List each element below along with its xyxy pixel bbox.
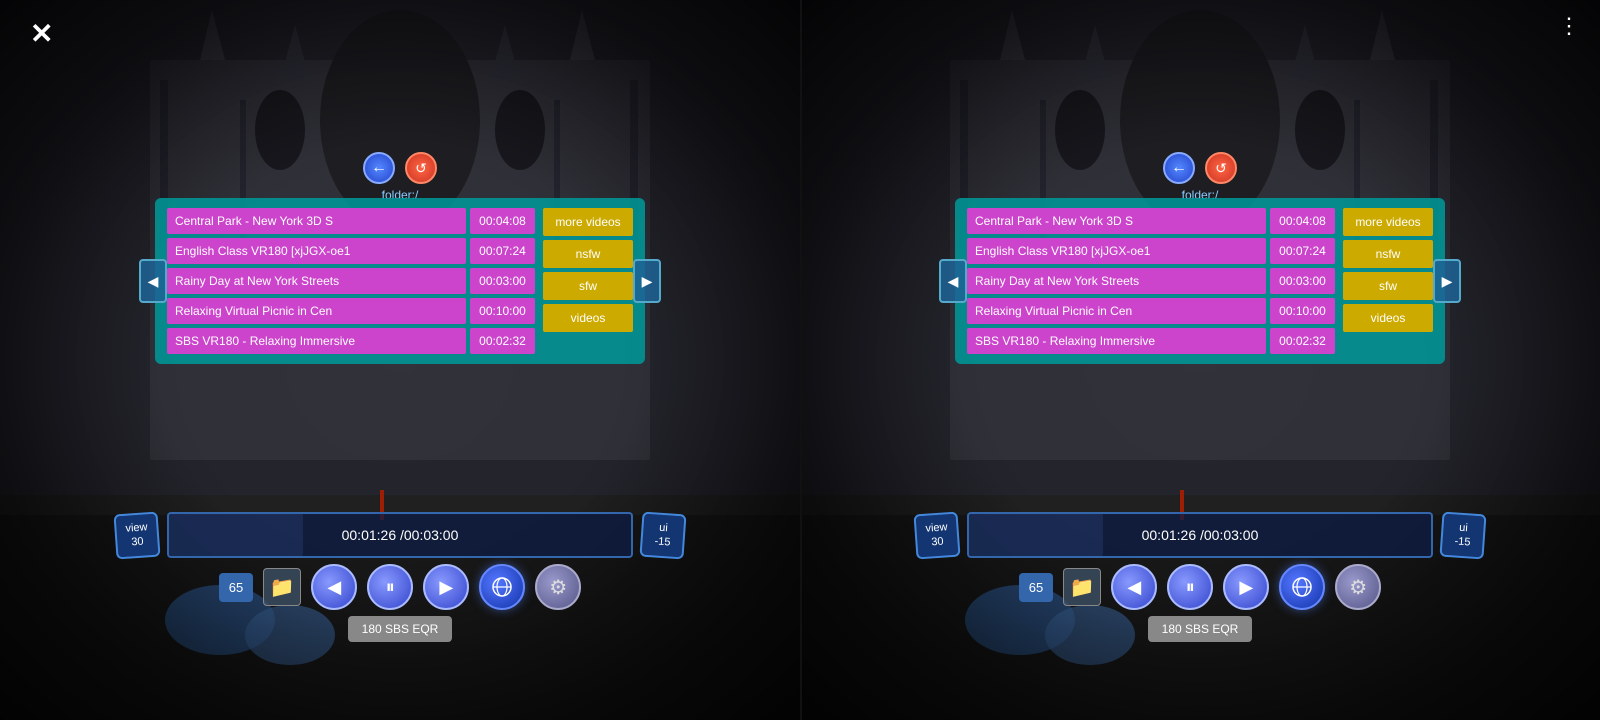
left-video-row-3: Rainy Day at New York Streets 00:03:00 xyxy=(167,268,535,294)
right-folder-button[interactable]: 📁 xyxy=(1063,568,1101,606)
left-sphere-button[interactable] xyxy=(479,564,525,610)
left-view-badge[interactable]: view 30 xyxy=(113,511,160,559)
right-refresh-button[interactable]: ↺ xyxy=(1205,152,1237,184)
right-video-title-1[interactable]: Central Park - New York 3D S xyxy=(967,208,1266,234)
left-progress-fill xyxy=(169,514,303,556)
close-button[interactable]: ✕ xyxy=(30,20,53,48)
right-volume-badge[interactable]: 65 xyxy=(1019,573,1053,602)
left-video-title-2[interactable]: English Class VR180 [xjJGX-oe1 xyxy=(167,238,466,264)
right-back-button[interactable]: ← xyxy=(1163,152,1195,184)
left-format-badge: 180 SBS EQR xyxy=(348,616,453,642)
left-volume-badge[interactable]: 65 xyxy=(219,573,253,602)
right-cat-videos[interactable]: videos xyxy=(1343,304,1433,332)
right-video-duration-3: 00:03:00 xyxy=(1270,268,1335,294)
right-video-row-3: Rainy Day at New York Streets 00:03:00 xyxy=(967,268,1335,294)
left-video-duration-2: 00:07:24 xyxy=(470,238,535,264)
right-video-row-4: Relaxing Virtual Picnic in Cen 00:10:00 xyxy=(967,298,1335,324)
right-category-section: more videos nsfw sfw videos xyxy=(1343,208,1433,354)
left-video-duration-5: 00:02:32 xyxy=(470,328,535,354)
left-pause-button[interactable]: ⏸ xyxy=(367,564,413,610)
left-category-section: more videos nsfw sfw videos xyxy=(543,208,633,354)
left-video-row-2: English Class VR180 [xjJGX-oe1 00:07:24 xyxy=(167,238,535,264)
left-video-row-5: SBS VR180 - Relaxing Immersive 00:02:32 xyxy=(167,328,535,354)
left-ui-badge[interactable]: ui -15 xyxy=(639,511,686,559)
left-refresh-button[interactable]: ↺ xyxy=(405,152,437,184)
left-back-button[interactable]: ← xyxy=(363,152,395,184)
left-content-panel: Central Park - New York 3D S 00:04:08 En… xyxy=(155,198,645,364)
left-video-title-4[interactable]: Relaxing Virtual Picnic in Cen xyxy=(167,298,466,324)
left-cat-nsfw[interactable]: nsfw xyxy=(543,240,633,268)
left-folder-nav: ← ↺ folder:/ xyxy=(363,152,437,184)
left-video-section: Central Park - New York 3D S 00:04:08 En… xyxy=(167,208,535,354)
right-playback-controls: 65 📁 ◀ ⏸ ▶ ⚙ xyxy=(1019,564,1381,610)
left-video-title-1[interactable]: Central Park - New York 3D S xyxy=(167,208,466,234)
left-cat-more-videos[interactable]: more videos xyxy=(543,208,633,236)
left-cat-sfw[interactable]: sfw xyxy=(543,272,633,300)
left-panel-arrow-left[interactable]: ◀ xyxy=(139,259,167,303)
right-video-row-1: Central Park - New York 3D S 00:04:08 xyxy=(967,208,1335,234)
left-video-duration-1: 00:04:08 xyxy=(470,208,535,234)
right-pause-button[interactable]: ⏸ xyxy=(1167,564,1213,610)
left-vr-panel: ✕ ← ↺ folder:/ Central Park - New York 3… xyxy=(0,0,800,720)
left-video-duration-4: 00:10:00 xyxy=(470,298,535,324)
left-panel-arrow-right[interactable]: ▶ xyxy=(633,259,661,303)
right-video-row-5: SBS VR180 - Relaxing Immersive 00:02:32 xyxy=(967,328,1335,354)
left-progress-row: view 30 00:01:26 /00:03:00 ui -15 xyxy=(115,512,685,558)
right-view-badge[interactable]: view 30 xyxy=(913,511,960,559)
vr-divider xyxy=(800,0,802,720)
right-content-panel: Central Park - New York 3D S 00:04:08 En… xyxy=(955,198,1445,364)
right-format-badge: 180 SBS EQR xyxy=(1148,616,1253,642)
right-bottom-controls: view 30 00:01:26 /00:03:00 ui -15 65 📁 ◀… xyxy=(915,512,1485,642)
left-video-title-3[interactable]: Rainy Day at New York Streets xyxy=(167,268,466,294)
left-cat-videos[interactable]: videos xyxy=(543,304,633,332)
right-panel-arrow-right[interactable]: ▶ xyxy=(1433,259,1461,303)
right-video-title-3[interactable]: Rainy Day at New York Streets xyxy=(967,268,1266,294)
right-cat-sfw[interactable]: sfw xyxy=(1343,272,1433,300)
right-progress-fill xyxy=(969,514,1103,556)
left-video-duration-3: 00:03:00 xyxy=(470,268,535,294)
left-play-button[interactable]: ▶ xyxy=(423,564,469,610)
right-panel-inner: Central Park - New York 3D S 00:04:08 En… xyxy=(967,208,1433,354)
right-progress-row: view 30 00:01:26 /00:03:00 ui -15 xyxy=(915,512,1485,558)
right-ui-badge[interactable]: ui -15 xyxy=(1439,511,1486,559)
left-playback-controls: 65 📁 ◀ ⏸ ▶ ⚙ xyxy=(219,564,581,610)
left-settings-button[interactable]: ⚙ xyxy=(535,564,581,610)
left-progress-track[interactable]: 00:01:26 /00:03:00 xyxy=(167,512,633,558)
right-progress-track[interactable]: 00:01:26 /00:03:00 xyxy=(967,512,1433,558)
right-video-title-5[interactable]: SBS VR180 - Relaxing Immersive xyxy=(967,328,1266,354)
right-sphere-button[interactable] xyxy=(1279,564,1325,610)
left-folder-button[interactable]: 📁 xyxy=(263,568,301,606)
left-video-title-5[interactable]: SBS VR180 - Relaxing Immersive xyxy=(167,328,466,354)
more-options-button[interactable]: ⋮ xyxy=(1558,15,1580,37)
right-settings-button[interactable]: ⚙ xyxy=(1335,564,1381,610)
right-panel-arrow-left[interactable]: ◀ xyxy=(939,259,967,303)
right-video-title-2[interactable]: English Class VR180 [xjJGX-oe1 xyxy=(967,238,1266,264)
left-progress-text: 00:01:26 /00:03:00 xyxy=(342,527,459,543)
right-video-section: Central Park - New York 3D S 00:04:08 En… xyxy=(967,208,1335,354)
left-panel-inner: Central Park - New York 3D S 00:04:08 En… xyxy=(167,208,633,354)
right-folder-nav: ← ↺ folder:/ xyxy=(1163,152,1237,184)
right-vr-panel: ⋮ ← ↺ folder:/ Central Park - New York 3… xyxy=(800,0,1600,720)
right-play-button[interactable]: ▶ xyxy=(1223,564,1269,610)
left-video-row-4: Relaxing Virtual Picnic in Cen 00:10:00 xyxy=(167,298,535,324)
left-rewind-button[interactable]: ◀ xyxy=(311,564,357,610)
right-progress-text: 00:01:26 /00:03:00 xyxy=(1142,527,1259,543)
right-cat-nsfw[interactable]: nsfw xyxy=(1343,240,1433,268)
right-video-duration-1: 00:04:08 xyxy=(1270,208,1335,234)
left-bottom-controls: view 30 00:01:26 /00:03:00 ui -15 65 📁 ◀… xyxy=(115,512,685,642)
right-video-duration-4: 00:10:00 xyxy=(1270,298,1335,324)
right-video-duration-2: 00:07:24 xyxy=(1270,238,1335,264)
right-video-title-4[interactable]: Relaxing Virtual Picnic in Cen xyxy=(967,298,1266,324)
left-video-row-1: Central Park - New York 3D S 00:04:08 xyxy=(167,208,535,234)
right-cat-more-videos[interactable]: more videos xyxy=(1343,208,1433,236)
right-video-row-2: English Class VR180 [xjJGX-oe1 00:07:24 xyxy=(967,238,1335,264)
right-video-duration-5: 00:02:32 xyxy=(1270,328,1335,354)
right-rewind-button[interactable]: ◀ xyxy=(1111,564,1157,610)
